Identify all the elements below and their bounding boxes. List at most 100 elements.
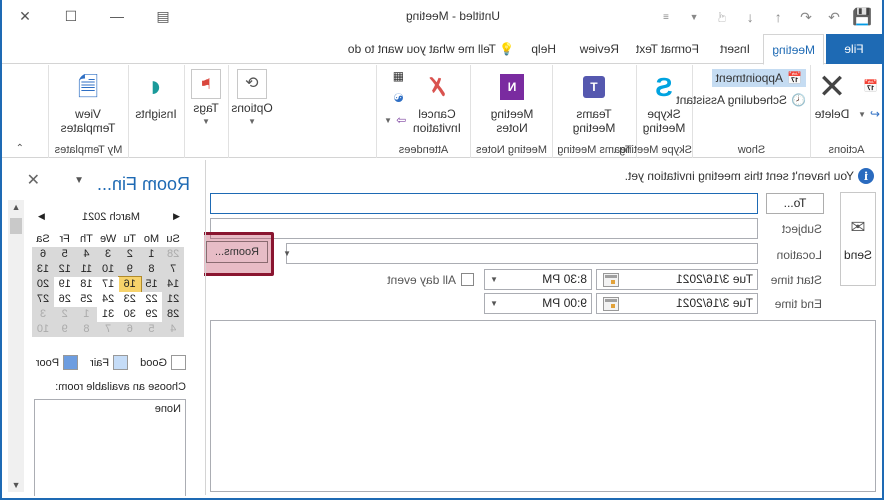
close-icon[interactable]: ✕ xyxy=(27,170,40,190)
tags-button[interactable]: ⚑ Tags ▼ xyxy=(188,69,224,129)
calendar-day[interactable]: 21 xyxy=(162,292,184,307)
undo-icon[interactable]: ↶ xyxy=(794,8,818,26)
tab-insert[interactable]: Insert xyxy=(712,34,758,64)
view-templates-button[interactable]: 🗎 View Templates xyxy=(56,69,120,135)
forward-button[interactable]: ↩ ▼ xyxy=(858,107,880,121)
tell-me-box[interactable]: 💡 Tell me what you want to do xyxy=(348,34,514,64)
teams-meeting-button[interactable]: T Teams Meeting xyxy=(566,69,622,135)
calendar-day[interactable]: 7 xyxy=(97,322,119,337)
appointment-button[interactable]: 📅 Appointment xyxy=(711,69,806,87)
calendar-day[interactable]: 27 xyxy=(32,292,54,307)
calendar-day[interactable]: 16 xyxy=(117,276,142,293)
calendar-picker-icon[interactable] xyxy=(603,273,619,287)
calendar-day[interactable]: 5 xyxy=(53,247,76,262)
delete-button[interactable]: ✕ Delete xyxy=(812,68,852,121)
maximize-icon[interactable]: ☐ xyxy=(48,0,94,32)
to-field[interactable] xyxy=(210,193,758,214)
tab-review[interactable]: Review xyxy=(572,34,627,64)
calendar-day[interactable]: 18 xyxy=(75,277,98,292)
rooms-button[interactable]: Rooms... xyxy=(206,241,268,263)
calendar-day[interactable]: 26 xyxy=(53,292,76,307)
end-time-field[interactable]: 9:00 PM ▼ xyxy=(484,293,592,314)
scroll-down-icon[interactable]: ▼ xyxy=(8,480,24,490)
save-icon[interactable]: 💾 xyxy=(850,8,874,26)
calendar-day[interactable]: 23 xyxy=(118,292,141,307)
calendar-icon[interactable]: 📅 xyxy=(863,79,878,93)
close-icon[interactable]: ✕ xyxy=(2,0,48,32)
insights-button[interactable]: ◖ Insights xyxy=(132,69,180,121)
calendar-day[interactable]: 17 xyxy=(97,277,119,292)
room-list-item[interactable]: None xyxy=(35,400,185,418)
end-date-field[interactable]: Tue 3/16/2021 xyxy=(596,293,758,314)
touch-mode-icon[interactable]: ☝ xyxy=(710,8,734,26)
calendar-day[interactable]: 2 xyxy=(118,247,141,262)
down-icon[interactable]: ↓ xyxy=(738,8,762,26)
calendar-day[interactable]: 30 xyxy=(118,307,141,322)
all-day-checkbox[interactable] xyxy=(461,273,474,286)
response-options-button[interactable]: ⇨ ▼ xyxy=(384,113,406,127)
calendar-day[interactable]: 15 xyxy=(140,277,163,292)
calendar-day[interactable]: 28 xyxy=(162,307,184,322)
calendar-day[interactable]: 4 xyxy=(75,247,98,262)
calendar-day[interactable]: 3 xyxy=(32,307,54,322)
options-button[interactable]: ⟳ Options ▼ xyxy=(230,69,274,129)
calendar-day[interactable]: 25 xyxy=(75,292,98,307)
up-icon[interactable]: ↑ xyxy=(766,8,790,26)
calendar-day[interactable]: 8 xyxy=(75,322,98,337)
calendar-day[interactable]: 1 xyxy=(140,247,163,262)
start-time-field[interactable]: 8:30 PM ▼ xyxy=(484,269,592,290)
location-field[interactable] xyxy=(286,243,758,264)
room-list[interactable]: None xyxy=(34,399,186,496)
customize-qat-icon[interactable]: ≡ xyxy=(654,8,678,26)
start-date-field[interactable]: Tue 3/16/2021 xyxy=(596,269,758,290)
calendar-day[interactable]: 20 xyxy=(32,277,54,292)
calendar-day[interactable]: 7 xyxy=(162,262,184,277)
calendar-day[interactable]: 10 xyxy=(97,262,119,277)
calendar-day[interactable]: 4 xyxy=(162,322,184,337)
calendar-day[interactable]: 10 xyxy=(32,322,54,337)
address-book-icon[interactable]: ▦ xyxy=(393,69,404,83)
calendar-day[interactable]: 2 xyxy=(53,307,76,322)
collapse-ribbon-icon[interactable]: ⌃ xyxy=(16,143,24,154)
calendar-day[interactable]: 28 xyxy=(162,247,184,262)
qat-dropdown-icon[interactable]: ▼ xyxy=(682,8,706,26)
calendar-picker-icon[interactable] xyxy=(603,297,619,311)
tab-format-text[interactable]: Format Text xyxy=(628,34,707,64)
scroll-thumb[interactable] xyxy=(10,218,22,234)
meeting-notes-button[interactable]: N Meeting Notes xyxy=(484,69,540,135)
calendar-day[interactable]: 12 xyxy=(53,262,76,277)
calendar-day[interactable]: 13 xyxy=(32,262,54,277)
check-names-icon[interactable]: ☯ xyxy=(393,91,404,105)
message-body[interactable] xyxy=(210,320,876,492)
calendar-day[interactable]: 29 xyxy=(140,307,163,322)
chevron-down-icon[interactable]: ▼ xyxy=(485,294,503,313)
calendar-day[interactable]: 6 xyxy=(118,322,141,337)
calendar-day[interactable]: 3 xyxy=(97,247,119,262)
calendar-day[interactable]: 22 xyxy=(140,292,163,307)
next-month-icon[interactable]: ▶ xyxy=(38,211,45,222)
minimize-icon[interactable]: — xyxy=(94,0,140,32)
calendar-day[interactable]: 14 xyxy=(162,277,184,292)
redo-icon[interactable]: ↷ xyxy=(822,8,846,26)
tab-file[interactable]: File xyxy=(826,34,882,64)
ribbon-display-options-icon[interactable]: ▤ xyxy=(140,0,186,32)
to-button[interactable]: To... xyxy=(766,193,824,214)
calendar-day[interactable]: 5 xyxy=(140,322,163,337)
calendar-day[interactable]: 6 xyxy=(32,247,54,262)
pane-menu-icon[interactable]: ▼ xyxy=(74,175,84,186)
cancel-invitation-button[interactable]: ✗ Cancel Invitation xyxy=(408,69,466,135)
calendar-day[interactable]: 31 xyxy=(97,307,119,322)
scheduling-assistant-button[interactable]: 🕓 Scheduling Assistant xyxy=(676,93,806,107)
pane-scrollbar[interactable]: ▲ ▼ xyxy=(8,200,24,492)
subject-field[interactable] xyxy=(210,218,758,239)
calendar-day[interactable]: 8 xyxy=(140,262,163,277)
calendar-day[interactable]: 9 xyxy=(118,262,141,277)
calendar-day[interactable]: 1 xyxy=(75,307,98,322)
chevron-down-icon[interactable]: ▼ xyxy=(485,270,503,289)
send-button[interactable]: ✉ Send xyxy=(840,192,876,286)
calendar-day[interactable]: 9 xyxy=(53,322,76,337)
tab-meeting[interactable]: Meeting xyxy=(763,34,824,65)
tab-help[interactable]: Help xyxy=(523,34,564,64)
skype-meeting-button[interactable]: S Skype Meeting xyxy=(636,69,692,135)
scroll-up-icon[interactable]: ▲ xyxy=(8,202,24,212)
